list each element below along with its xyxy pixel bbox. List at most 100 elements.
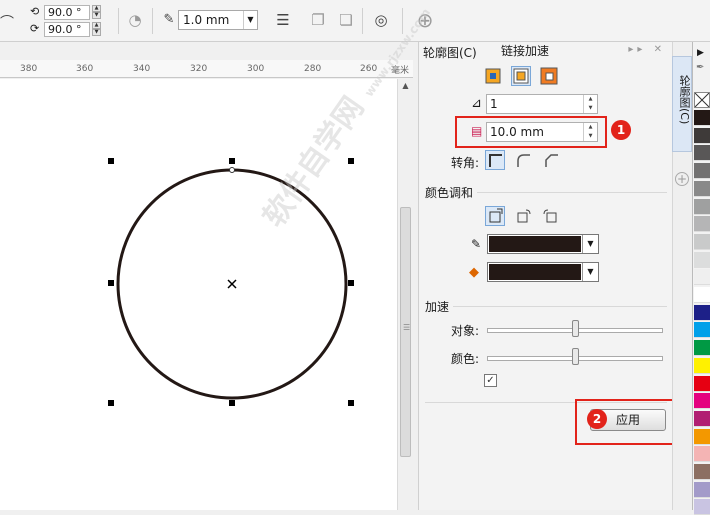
to-front-icon[interactable]: ❐ (307, 9, 329, 31)
palette-swatch[interactable] (694, 304, 710, 321)
docker-title: 轮廓图(C) (423, 46, 477, 60)
color-blend-label: 颜色调和 (425, 186, 474, 200)
handle-top-right (348, 158, 354, 164)
handle-bottom-left (108, 400, 114, 406)
palette-swatch[interactable] (694, 375, 710, 392)
toolbar-separator (362, 8, 363, 34)
arc-icon[interactable]: ⌒ (0, 12, 14, 32)
palette-swatch[interactable] (694, 127, 710, 144)
end-angle-input[interactable]: 90.0 ° (44, 22, 90, 37)
palette-swatch[interactable] (694, 287, 710, 303)
corner-bevel-button[interactable] (541, 150, 561, 170)
palette-swatch[interactable] (694, 464, 710, 480)
palette-swatch[interactable] (694, 233, 710, 250)
handle-bottom-center (229, 400, 235, 406)
toolbar-separator (152, 8, 153, 34)
inside-contour-button[interactable] (511, 66, 531, 86)
outline-width-select[interactable]: 1.0 mm ▼ (178, 10, 258, 30)
corner-round-button[interactable] (513, 150, 533, 170)
palette-swatch[interactable] (694, 357, 710, 374)
clockwise-blend-button[interactable] (513, 206, 533, 226)
tab-contour[interactable]: 轮廓图(C) (672, 56, 692, 152)
steps-value: 1 (490, 97, 498, 111)
color-palette: ▶ ✒ (692, 42, 710, 515)
outline-color-swatch (489, 236, 581, 252)
palette-swatch[interactable] (694, 216, 710, 233)
scroll-thumb[interactable]: ☰ (400, 207, 411, 457)
handle-bottom-right (348, 400, 354, 406)
handle-top-left (108, 158, 114, 164)
contour-docker: 轮廓图(C) ▸▸ ✕ ⊿ 1 ▲ ▼ ▤ 10.0 mm ▲ ▼ 1 转角: 颜色… (418, 42, 677, 510)
handle-middle-left (108, 280, 114, 286)
slider-thumb[interactable] (571, 320, 579, 337)
outline-color-picker[interactable]: ▼ (487, 234, 599, 254)
object-accel-slider[interactable] (487, 320, 663, 340)
handle-top-center (229, 158, 235, 164)
color-accel-slider[interactable] (487, 348, 663, 368)
counterclockwise-blend-button[interactable] (541, 206, 561, 226)
highlight-box-1 (455, 116, 607, 148)
ruler-tick: 360 (76, 64, 94, 74)
steps-input[interactable]: 1 ▲ ▼ (486, 94, 598, 114)
docker-controls[interactable]: ▸▸ ✕ (628, 44, 666, 55)
center-mark-icon (227, 279, 237, 289)
palette-swatch[interactable] (694, 499, 710, 515)
tab-contour-label: 轮廓图(C) (678, 75, 691, 125)
fill-color-icon: ◆ (469, 265, 479, 280)
palette-swatch[interactable] (694, 145, 710, 162)
wrap-text-icon[interactable]: ☰ (272, 9, 294, 31)
linear-blend-button[interactable] (485, 206, 505, 226)
toolbar-separator (118, 8, 119, 34)
scroll-up-icon[interactable]: ▲ (400, 81, 411, 91)
palette-swatch[interactable] (694, 269, 710, 286)
to-back-icon[interactable]: ❏ (335, 9, 357, 31)
palette-swatch[interactable] (694, 393, 710, 410)
to-center-button[interactable] (483, 66, 503, 86)
accel-label: 加速 (425, 300, 450, 314)
slider-thumb[interactable] (571, 348, 579, 365)
outside-contour-button[interactable] (539, 66, 559, 86)
palette-swatch[interactable] (694, 251, 710, 268)
steps-stepper[interactable]: ▲ ▼ (583, 95, 597, 113)
palette-scroll-icon[interactable]: ▶ (697, 48, 704, 58)
palette-swatch[interactable] (694, 180, 710, 197)
drawing-canvas[interactable]: 软件自学网 www.rjzxw.com (0, 6, 433, 510)
chevron-down-icon[interactable]: ▼ (582, 235, 598, 253)
palette-swatch[interactable] (694, 340, 710, 357)
palette-swatch[interactable] (694, 446, 710, 463)
chevron-down-icon[interactable]: ▼ (243, 11, 257, 29)
palette-swatch[interactable] (694, 163, 710, 180)
ruler-tick: 340 (133, 64, 151, 74)
no-color-swatch[interactable] (694, 92, 710, 108)
direction-icon[interactable]: ◔ (124, 9, 146, 31)
link-accel-checkbox[interactable]: ✓ (484, 374, 497, 387)
outline-color-icon: ✎ (471, 237, 482, 251)
divider (477, 192, 667, 193)
eyedropper-icon[interactable]: ✒ (696, 62, 704, 73)
palette-swatch[interactable] (694, 428, 710, 445)
palette-swatch[interactable] (694, 198, 710, 215)
node-handle (229, 167, 235, 173)
color-accel-label: 颜色: (451, 352, 480, 366)
palette-swatch[interactable] (694, 110, 710, 126)
corner-miter-button[interactable] (485, 150, 505, 170)
end-angle-stepper[interactable]: ▲ ▼ (92, 22, 101, 37)
steps-icon: ⊿ (471, 96, 482, 111)
badge-2: 2 (587, 409, 607, 429)
angle-start-icon: ⟲ (30, 5, 40, 18)
start-angle-input[interactable]: 90.0 ° (44, 5, 90, 20)
palette-swatch[interactable] (694, 322, 710, 339)
chevron-down-icon[interactable]: ▼ (582, 263, 598, 281)
ruler-tick: 280 (304, 64, 322, 74)
add-docker-icon[interactable]: + (675, 172, 689, 186)
palette-swatch[interactable] (694, 410, 710, 427)
property-bar: ⌒ ⟲ 90.0 ° ▲ ▼ ⟳ 90.0 ° ▲ ▼ ◔ ✎ 1.0 mm ▼ ☰… (0, 0, 710, 42)
vertical-scrollbar[interactable]: ▲ ☰ (397, 79, 413, 510)
outline-width-value: 1.0 mm (183, 13, 230, 27)
fill-color-swatch (489, 264, 581, 280)
fill-color-picker[interactable]: ▼ (487, 262, 599, 282)
ruler-tick: 380 (20, 64, 38, 74)
palette-swatch[interactable] (694, 481, 710, 498)
start-angle-stepper[interactable]: ▲ ▼ (92, 5, 101, 20)
handle-middle-right (348, 280, 354, 286)
